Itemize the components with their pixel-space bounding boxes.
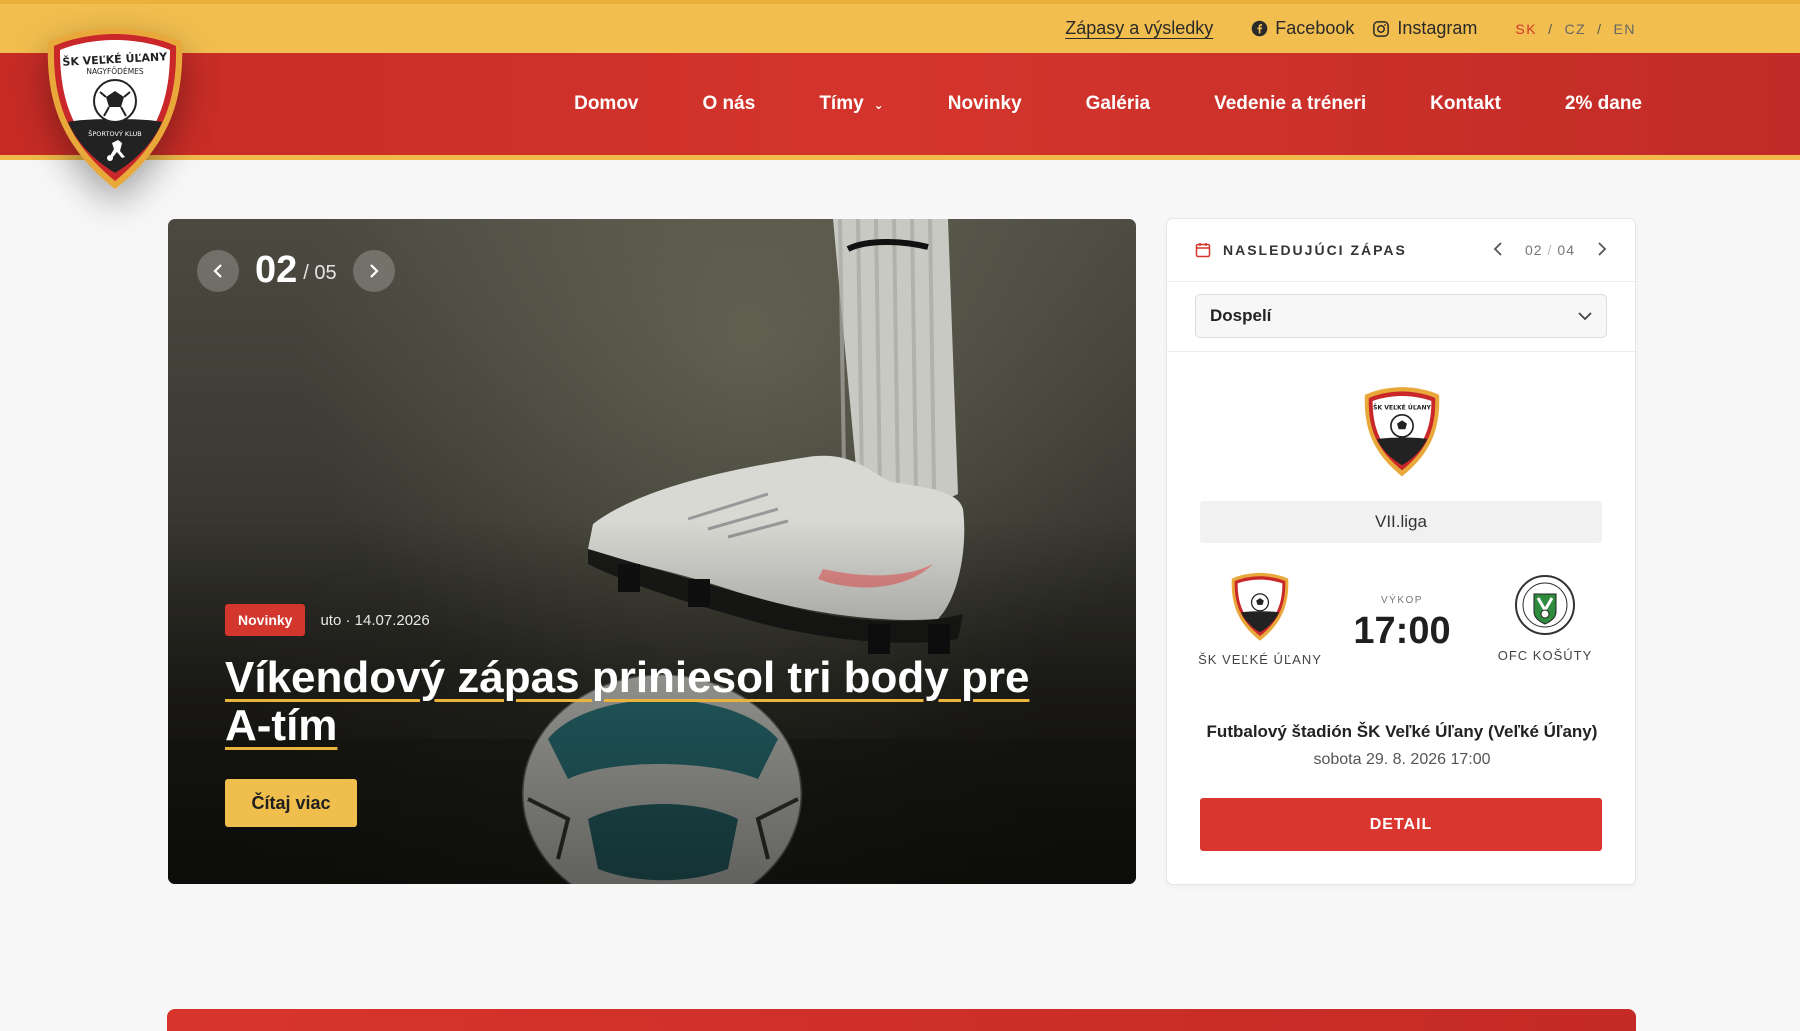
lang-en[interactable]: EN [1614, 21, 1636, 37]
lang-separator: / [1548, 20, 1554, 37]
match-next-button[interactable] [1597, 240, 1607, 261]
slide-current: 02 [255, 249, 298, 291]
svg-text:ŠPORTOVÝ KLUB: ŠPORTOVÝ KLUB [88, 129, 141, 138]
facebook-link[interactable]: Facebook [1251, 18, 1354, 39]
away-team[interactable]: OFC KOŠÚTY [1465, 572, 1625, 663]
chevron-down-icon: ⌄ [873, 98, 884, 112]
match-datetime: sobota 29. 8. 2026 17:00 [1313, 751, 1491, 768]
top-bar: Zápasy a výsledky Facebook Instagram SK … [0, 0, 1800, 53]
next-match-title: NASLEDUJÚCI ZÁPAS [1223, 242, 1407, 258]
read-more-button[interactable]: Čítaj viac [225, 779, 357, 827]
lang-separator: / [1597, 20, 1603, 37]
category-badge[interactable]: Novinky [225, 604, 306, 636]
league-name: VII.liga [1200, 501, 1602, 543]
chevron-left-icon [213, 263, 222, 278]
kickoff-label: VÝKOP [1381, 595, 1423, 606]
slide-total: / 05 [303, 262, 337, 284]
kickoff: VÝKOP 17:00 [1337, 595, 1467, 653]
facebook-label: Facebook [1275, 18, 1355, 38]
instagram-link[interactable]: Instagram [1372, 18, 1477, 39]
category-select[interactable]: Dospelí [1195, 294, 1607, 338]
league-club-crest: ŠK VEĽKÉ ÚĽANY [1364, 387, 1440, 477]
match-page-total: 04 [1557, 242, 1575, 258]
svg-text:NAGYFÖDÉMES: NAGYFÖDÉMES [86, 67, 144, 76]
next-section-band [167, 1009, 1636, 1031]
match-page-separator: / [1547, 242, 1553, 258]
next-match-card: NASLEDUJÚCI ZÁPAS 02/04 Dospelí ŠK VEĽKÉ… [1166, 218, 1636, 885]
language-switcher: SK / CZ / EN [1515, 21, 1636, 37]
nav-item-management[interactable]: Vedenie a tréneri [1214, 93, 1366, 115]
match-detail-button[interactable]: DETAIL [1200, 798, 1602, 851]
chevron-left-icon [1493, 241, 1502, 256]
category-select-value: Dospelí [1210, 306, 1272, 325]
results-link[interactable]: Zápasy a výsledky [1065, 18, 1213, 39]
chevron-right-icon [1598, 241, 1607, 256]
lang-sk[interactable]: SK [1515, 21, 1537, 37]
nav-item-home[interactable]: Domov [574, 93, 638, 115]
main-navbar: Domov O nás Tímy ⌄ Novinky Galéria Veden… [0, 53, 1800, 160]
match-page-current: 02 [1524, 242, 1543, 258]
lang-cz[interactable]: CZ [1564, 21, 1586, 37]
main-nav: Domov O nás Tímy ⌄ Novinky Galéria Veden… [510, 53, 1642, 155]
club-logo[interactable]: ŠK VEĽKÉ ÚĽANY NAGYFÖDÉMES ŠPORTOVÝ KLUB [44, 26, 186, 192]
nav-item-teams-label: Tímy [819, 93, 864, 114]
article-date: uto · 14.07.2026 [320, 611, 430, 629]
nav-item-gallery[interactable]: Galéria [1086, 93, 1150, 115]
instagram-icon [1373, 20, 1390, 37]
article-title-text: Víkendový zápas priniesol tri body pre A… [225, 653, 1030, 750]
home-team[interactable]: ŠK VEĽKÉ ÚĽANY [1180, 572, 1340, 667]
top-bar-links: Zápasy a výsledky Facebook Instagram SK … [1065, 4, 1636, 53]
match-prev-button[interactable] [1493, 240, 1503, 261]
facebook-icon [1252, 20, 1268, 37]
away-team-name: OFC KOŠÚTY [1497, 648, 1593, 663]
nav-item-contact[interactable]: Kontakt [1430, 93, 1501, 115]
slide-counter: 02 / 05 [197, 249, 395, 292]
home-team-crest [1231, 572, 1289, 641]
instagram-label: Instagram [1397, 18, 1478, 38]
category-select-zone: Dospelí [1167, 282, 1635, 352]
match-pager: 02/04 [1493, 240, 1607, 261]
match-page-indicator: 02/04 [1525, 242, 1575, 258]
match-venue: Futbalový štadión ŠK Veľké Úľany (Veľké … [1206, 722, 1598, 741]
chevron-right-icon [369, 263, 379, 278]
away-team-crest [1515, 575, 1575, 635]
calendar-icon [1195, 243, 1211, 258]
chevron-down-icon [1578, 308, 1592, 324]
nav-item-about[interactable]: O nás [703, 93, 756, 115]
nav-item-tax[interactable]: 2% dane [1565, 93, 1642, 115]
nav-item-news[interactable]: Novinky [948, 93, 1022, 115]
next-match-header: NASLEDUJÚCI ZÁPAS 02/04 [1167, 219, 1635, 282]
slide-next-button[interactable] [352, 249, 395, 292]
slide-prev-button[interactable] [197, 249, 239, 292]
hero-slider[interactable]: 02 / 05 Novinky uto · 14.07.2026 Víkendo… [168, 219, 1136, 884]
article-title[interactable]: Víkendový zápas priniesol tri body pre A… [225, 654, 1085, 750]
home-team-name: ŠK VEĽKÉ ÚĽANY [1198, 652, 1322, 667]
nav-item-teams[interactable]: Tímy ⌄ [819, 93, 883, 115]
article-meta: Novinky uto · 14.07.2026 [225, 604, 430, 636]
kickoff-time: 17:00 [1353, 610, 1451, 652]
